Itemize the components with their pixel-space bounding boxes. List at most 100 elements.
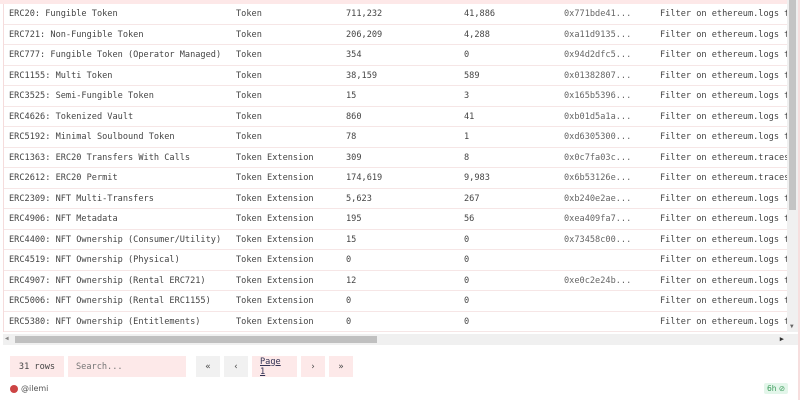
cell-description: Filter on ethereum.logs t [660,296,787,306]
freshness-badge: 6h ⊘ [764,383,789,394]
cell-address: 0x6b53126e... [564,173,632,183]
cell-description: Filter on ethereum.logs t [660,132,787,142]
cell-count2: 4,288 [464,29,490,40]
cell-count2: 3 [464,91,470,101]
table-row: ERC1155: Multi Token Token 38,159 589 0x0138… [4,66,787,86]
cell-description: Filter on ethereum.logs t [660,9,787,19]
table-row: ERC721: Non-Fungible Token Token 206,209 4,… [4,25,787,45]
cell-name: ERC4519: NFT Ownership (Physical) [9,255,180,265]
scroll-thumb[interactable] [789,0,796,210]
cell-count2: 56 [464,214,475,224]
cell-description: Filter on ethereum.traces [660,152,787,163]
cell-count: 78 [346,132,357,142]
cell-type: Token Extension [236,234,314,245]
first-page-button[interactable]: « [196,356,220,377]
cell-count: 711,232 [346,9,383,19]
cell-count2: 0 [464,50,470,60]
cell-name: ERC1363: ERC20 Transfers With Calls [9,152,191,163]
cell-description: Filter on ethereum.logs t [660,70,787,81]
cell-description: Filter on ethereum.traces [660,173,787,183]
cell-count2: 0 [464,255,470,265]
cell-count: 5,623 [346,193,372,204]
cell-count2: 0 [464,234,470,245]
cell-address: 0xa11d9135... [564,29,632,40]
cell-address: 0x0c7fa03c... [564,152,632,163]
table-row: ERC2612: ERC20 Permit Token Extension 174,… [4,168,787,189]
cell-name: ERC4907: NFT Ownership (Rental ERC721) [9,275,206,286]
cell-address: 0xb240e2ae... [564,193,632,204]
author-name: @ilemi [21,384,49,393]
cell-type: Token Extension [236,214,314,224]
author[interactable]: @ilemi [10,384,48,393]
table-row: ERC4626: Tokenized Vault Token 860 41 0xb01d… [4,107,787,127]
cell-name: ERC3525: Semi-Fungible Token [9,91,154,101]
cell-description: Filter on ethereum.logs t [660,214,787,224]
cell-count2: 1 [464,132,470,142]
cell-type: Token [236,70,262,81]
page-indicator[interactable]: Page 1 [252,356,297,377]
cell-address: 0x73458c00... [564,234,632,245]
cell-name: ERC4626: Tokenized Vault [9,111,134,122]
cell-count: 12 [346,275,357,286]
cell-address: 0x771bde41... [564,9,632,19]
cell-type: Token Extension [236,152,314,163]
last-page-button[interactable]: » [329,356,353,377]
cell-count2: 41,886 [464,9,496,19]
scroll-left-icon[interactable]: ◀ [5,335,9,342]
cell-description: Filter on ethereum.logs t [660,50,787,60]
cell-count: 174,619 [346,173,383,183]
cell-address: 0x165b5396... [564,91,632,101]
cell-description: Filter on ethereum.logs t [660,111,787,122]
cell-type: Token Extension [236,173,314,183]
cell-type: Token Extension [236,275,314,286]
scroll-right-icon[interactable]: ▶ [780,335,784,343]
check-icon: ⊘ [778,384,786,393]
cell-type: Token [236,111,262,122]
cell-description: Filter on ethereum.logs t [660,316,787,327]
cell-type: Token Extension [236,193,314,204]
table-footer: 31 rows « ‹ Page 1 › » [10,356,353,377]
cell-description: Filter on ethereum.logs t [660,29,787,40]
cell-name: ERC721: Non-Fungible Token [9,29,144,40]
table-row: ERC5192: Minimal Soulbound Token Token 78 1… [4,127,787,148]
cell-count2: 0 [464,296,470,306]
cell-name: ERC1155: Multi Token [9,70,113,81]
table-row: ERC4519: NFT Ownership (Physical) Token E… [4,250,787,271]
cell-type: Token [236,132,262,142]
cell-address: 0xe0c2e24b... [564,275,632,286]
cell-count2: 589 [464,70,480,81]
cell-count: 309 [346,152,362,163]
table-row: ERC2309: NFT Multi-Transfers Token Extens… [4,189,787,209]
cell-count2: 8 [464,152,470,163]
cell-count2: 9,983 [464,173,490,183]
cell-type: Token Extension [236,255,314,265]
cell-count2: 41 [464,111,475,122]
cell-count: 354 [346,50,362,60]
cell-address: 0xb01d5a1a... [564,111,632,122]
cell-name: ERC4400: NFT Ownership (Consumer/Utility… [9,234,222,245]
prev-page-button[interactable]: ‹ [224,356,248,377]
cell-name: ERC5006: NFT Ownership (Rental ERC1155) [9,296,211,306]
scroll-down-icon[interactable]: ▼ [790,323,794,330]
next-page-button[interactable]: › [301,356,325,377]
table-row: ERC4907: NFT Ownership (Rental ERC721) To… [4,271,787,291]
cell-address: 0x94d2dfc5... [564,50,632,60]
cell-type: Token Extension [236,296,314,306]
cell-count2: 0 [464,316,470,327]
cell-name: ERC2309: NFT Multi-Transfers [9,193,154,204]
horizontal-scrollbar[interactable]: ◀ ▶ [3,334,798,345]
scroll-thumb[interactable] [15,336,377,343]
avatar [10,384,18,393]
cell-name: ERC2612: ERC20 Permit [9,173,118,183]
table-row: ERC5380: NFT Ownership (Entitlements) Tok… [4,312,787,332]
cell-count: 38,159 [346,70,378,81]
cell-count2: 267 [464,193,480,204]
cell-name: ERC20: Fungible Token [9,9,118,19]
cell-type: Token [236,9,262,19]
table-row: ERC20: Fungible Token Token 711,232 41,886 0… [4,4,787,25]
data-table: ERC20: Fungible Token Token 711,232 41,886 0… [3,4,787,332]
cell-count: 195 [346,214,362,224]
vertical-scrollbar[interactable]: ▼ [787,0,798,332]
table-row: ERC5006: NFT Ownership (Rental ERC1155) T… [4,291,787,312]
search-input[interactable] [68,356,186,377]
